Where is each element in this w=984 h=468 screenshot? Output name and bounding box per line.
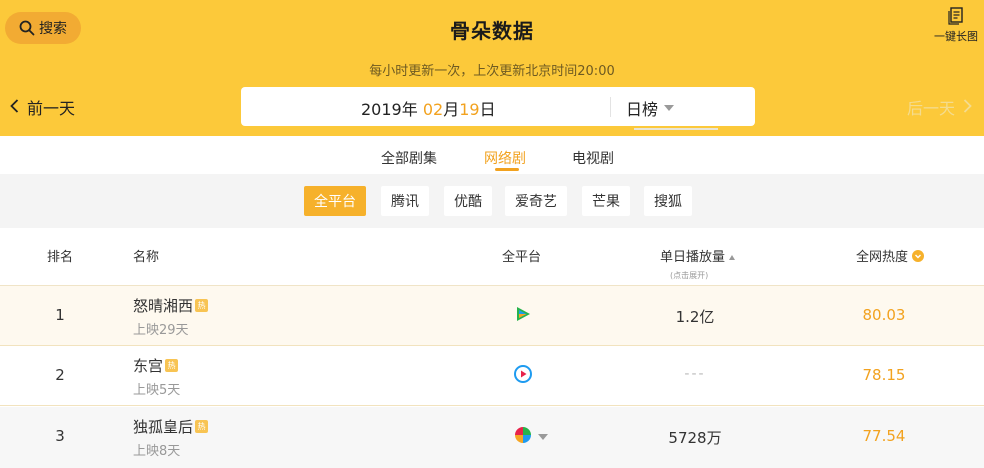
row-days: 上映8天 bbox=[133, 444, 181, 459]
row-title: 东宫 热 bbox=[133, 355, 179, 376]
row-platform bbox=[514, 365, 534, 387]
tab-tv-series[interactable]: 电视剧 bbox=[572, 148, 614, 168]
tencent-video-icon bbox=[514, 305, 532, 327]
tab-all-series[interactable]: 全部剧集 bbox=[381, 148, 437, 168]
youku-icon bbox=[514, 365, 532, 387]
sort-icon bbox=[729, 255, 736, 260]
prev-day-label: 前一天 bbox=[27, 99, 76, 118]
header-heat-label: 全网热度 bbox=[856, 250, 909, 265]
rank-type-label: 日榜 bbox=[626, 100, 659, 119]
dropdown-underline bbox=[634, 128, 718, 130]
date-divider bbox=[610, 97, 611, 117]
date-day-unit: 日 bbox=[479, 100, 496, 119]
page-title: 骨朵数据 bbox=[450, 19, 534, 43]
chevron-left-icon bbox=[10, 98, 19, 117]
longshot-label: 一键长图 bbox=[934, 30, 978, 43]
header-plays-label: 单日播放量 bbox=[660, 250, 726, 265]
row-days: 上映5天 bbox=[133, 383, 181, 398]
header-platform: 全平台 bbox=[502, 250, 542, 265]
active-tab-indicator bbox=[495, 168, 519, 171]
hot-badge: 热 bbox=[195, 299, 209, 312]
document-icon bbox=[948, 7, 964, 28]
row-title: 独孤皇后 热 bbox=[133, 416, 209, 437]
header-rank: 排名 bbox=[47, 250, 74, 265]
row-title: 怒晴湘西 热 bbox=[133, 295, 209, 316]
hot-badge: 热 bbox=[165, 359, 179, 372]
platform-filter-bar: 全平台 腾讯 优酷 爱奇艺 芒果 搜狐 bbox=[0, 174, 984, 228]
row-plays: 1.2亿 bbox=[675, 308, 715, 326]
row-name: 怒晴湘西 bbox=[133, 297, 194, 315]
row-days: 上映29天 bbox=[133, 323, 189, 338]
prev-day-button[interactable]: 前一天 bbox=[10, 95, 75, 119]
row-platform[interactable] bbox=[514, 426, 554, 448]
row-rank: 3 bbox=[55, 427, 65, 445]
longshot-button[interactable]: 一键长图 bbox=[928, 7, 984, 44]
table-row[interactable]: 2 东宫 热 上映5天 --- 78.15 bbox=[0, 346, 984, 406]
date-year-unit: 年 bbox=[401, 100, 418, 119]
date-month-unit: 月 bbox=[443, 100, 460, 119]
caret-down-icon bbox=[664, 105, 675, 111]
platform-youku[interactable]: 优酷 bbox=[444, 186, 492, 216]
date-month: 02 bbox=[422, 100, 444, 119]
app-header: 搜索 骨朵数据 一键长图 每小时更新一次，上次更新北京时间20:00 前一天 2… bbox=[0, 0, 984, 136]
rank-type-dropdown[interactable]: 日榜 bbox=[626, 96, 675, 120]
table-row[interactable]: 1 怒晴湘西 热 上映29天 1.2亿 80.03 bbox=[0, 286, 984, 346]
row-heat: 77.54 bbox=[862, 427, 906, 445]
table-row[interactable]: 3 独孤皇后 热 上映8天 5728万 77.54 bbox=[0, 407, 984, 468]
category-tabs: 全部剧集 网络剧 电视剧 bbox=[0, 136, 984, 174]
caret-down-icon bbox=[538, 434, 548, 440]
platform-tencent[interactable]: 腾讯 bbox=[381, 186, 429, 216]
update-note: 每小时更新一次，上次更新北京时间20:00 bbox=[369, 64, 615, 79]
next-day-label: 后一天 bbox=[906, 99, 955, 118]
info-icon bbox=[912, 250, 925, 262]
platform-iqiyi[interactable]: 爱奇艺 bbox=[505, 186, 567, 216]
tab-web-series[interactable]: 网络剧 bbox=[484, 148, 526, 168]
table-header: 排名 名称 全平台 单日播放量 (点击展开) 全网热度 bbox=[0, 228, 984, 286]
row-plays: --- bbox=[684, 366, 706, 382]
row-rank: 1 bbox=[55, 306, 65, 324]
chevron-right-icon bbox=[963, 98, 972, 117]
row-name: 东宫 bbox=[133, 357, 164, 375]
platform-all[interactable]: 全平台 bbox=[304, 186, 366, 216]
hot-badge: 热 bbox=[195, 420, 209, 433]
row-heat: 80.03 bbox=[862, 306, 906, 324]
row-platform bbox=[514, 307, 534, 325]
platform-mango[interactable]: 芒果 bbox=[582, 186, 630, 216]
header-name: 名称 bbox=[133, 250, 160, 265]
multi-platform-icon bbox=[514, 426, 532, 448]
header-heat[interactable]: 全网热度 bbox=[856, 246, 925, 265]
date-selector: 2019年 02月19日 日榜 bbox=[241, 87, 755, 130]
header-plays[interactable]: 单日播放量 bbox=[660, 246, 736, 265]
plays-expand-hint: (点击展开) bbox=[670, 271, 709, 280]
row-heat: 78.15 bbox=[862, 366, 906, 384]
date-day: 19 bbox=[459, 100, 480, 119]
date-year: 2019 bbox=[361, 100, 402, 119]
row-rank: 2 bbox=[55, 366, 65, 384]
row-name: 独孤皇后 bbox=[133, 418, 194, 436]
next-day-button[interactable]: 后一天 bbox=[907, 95, 972, 119]
row-plays: 5728万 bbox=[668, 429, 722, 447]
date-picker[interactable]: 2019年 02月19日 bbox=[361, 96, 496, 120]
platform-sohu[interactable]: 搜狐 bbox=[644, 186, 692, 216]
